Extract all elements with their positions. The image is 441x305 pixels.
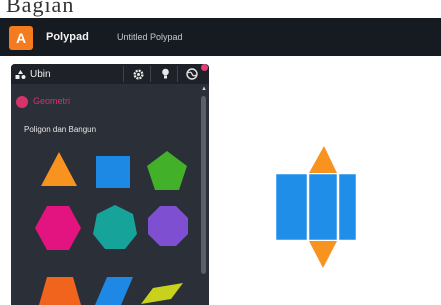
heptagon-tile[interactable] xyxy=(93,205,137,249)
panel-scrollbar[interactable]: ▲ xyxy=(200,86,208,305)
document-title[interactable]: Untitled Polypad xyxy=(117,32,183,42)
app-name[interactable]: Polypad xyxy=(46,31,89,43)
net-top-triangle[interactable] xyxy=(309,146,337,173)
square-tile[interactable] xyxy=(96,156,130,188)
hexagon-tile[interactable] xyxy=(35,206,81,250)
net-face-right[interactable] xyxy=(338,173,356,241)
prism-net[interactable] xyxy=(276,146,356,269)
top-fragment: Bagian xyxy=(0,0,441,18)
net-bottom-triangle[interactable] xyxy=(309,241,337,268)
octagon-tile[interactable] xyxy=(148,206,188,246)
net-face-middle[interactable] xyxy=(308,173,338,241)
scroll-up-icon[interactable]: ▲ xyxy=(201,86,207,92)
top-fragment-text: Bagian xyxy=(6,0,75,17)
pentagon-tile[interactable] xyxy=(147,151,187,190)
rhombus-tile[interactable] xyxy=(95,277,133,305)
parallelogram-tile[interactable] xyxy=(141,283,183,304)
tile-grid xyxy=(35,151,188,305)
notification-dot xyxy=(201,64,208,71)
triangle-tile[interactable] xyxy=(41,152,77,186)
net-face-left[interactable] xyxy=(276,173,308,241)
trapezoid-tile[interactable] xyxy=(39,277,81,305)
app-logo-icon[interactable]: A xyxy=(9,26,33,50)
scroll-thumb[interactable] xyxy=(201,96,206,274)
